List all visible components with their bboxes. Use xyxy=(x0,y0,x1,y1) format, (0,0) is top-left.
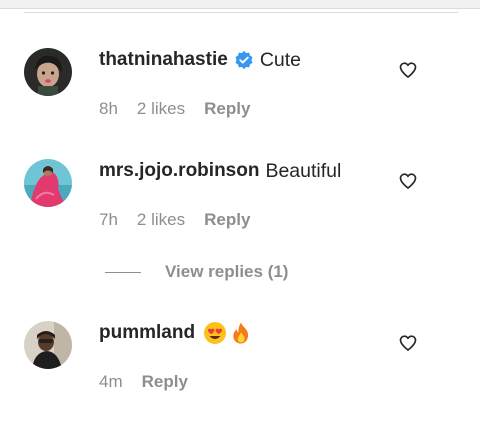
top-edge-bar xyxy=(0,0,480,9)
fire-emoji-icon xyxy=(233,322,249,344)
username[interactable]: thatninahastie xyxy=(99,49,228,71)
divider xyxy=(24,12,458,13)
like-heart-icon[interactable] xyxy=(398,60,418,80)
comment-text: Cute xyxy=(259,48,302,71)
likes-count[interactable]: 2 likes xyxy=(137,99,185,119)
reply-button[interactable]: Reply xyxy=(204,210,250,230)
like-heart-icon[interactable] xyxy=(398,333,418,353)
avatar[interactable] xyxy=(24,48,72,96)
likes-count[interactable]: 2 likes xyxy=(137,210,185,230)
comment-emojis xyxy=(203,321,253,345)
view-replies-label: View replies (1) xyxy=(165,262,289,281)
verified-badge-icon xyxy=(235,51,253,69)
heart-eyes-emoji-icon xyxy=(204,322,227,344)
username[interactable]: mrs.jojo.robinson xyxy=(99,160,259,182)
comment-time: 8h xyxy=(99,99,118,118)
view-replies-button[interactable]: View replies (1) xyxy=(105,261,288,283)
username[interactable]: pummland xyxy=(99,322,195,344)
replies-dash xyxy=(105,271,141,273)
reply-button[interactable]: Reply xyxy=(142,372,188,392)
reply-button[interactable]: Reply xyxy=(204,99,250,119)
like-heart-icon[interactable] xyxy=(398,171,418,191)
comment-time: 7h xyxy=(99,210,118,229)
avatar[interactable] xyxy=(24,321,72,369)
avatar[interactable] xyxy=(24,159,72,207)
comment-text: Beautiful xyxy=(265,159,342,182)
comment-time: 4m xyxy=(99,372,123,391)
